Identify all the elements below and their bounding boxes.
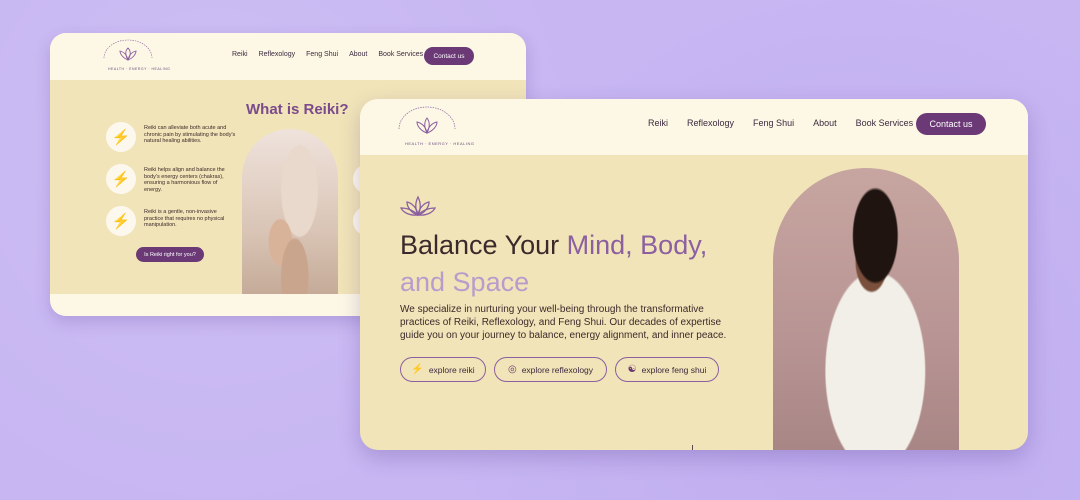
brand-logo[interactable]: HEALTH · ENERGY · HEALING [98, 38, 170, 72]
lightning-icon: ⚡ [106, 206, 136, 236]
nav-feng-shui[interactable]: Feng Shui [753, 118, 794, 128]
nav-reflexology[interactable]: Reflexology [259, 51, 296, 58]
reiki-benefit-item: ⚡ Reiki can alleviate both acute and chr… [106, 122, 235, 152]
nav-feng-shui[interactable]: Feng Shui [306, 51, 338, 58]
brand-tagline: HEALTH · ENERGY · HEALING [108, 67, 171, 71]
back-navbar: HEALTH · ENERGY · HEALING Reiki Reflexol… [50, 33, 526, 80]
front-navbar: HEALTH · ENERGY · HEALING Reiki Reflexol… [360, 99, 1028, 155]
reiki-treatment-photo [242, 129, 338, 316]
hero-photo [773, 168, 959, 450]
contact-button[interactable]: Contact us [424, 47, 474, 65]
reiki-benefit-item: ⚡ Reiki is a gentle, non-invasive practi… [106, 206, 224, 236]
nav-about[interactable]: About [349, 51, 367, 58]
brand-tagline: HEALTH · ENERGY · HEALING [405, 141, 475, 146]
front-browser-window: HEALTH · ENERGY · HEALING Reiki Reflexol… [360, 99, 1028, 450]
brand-logo[interactable]: HEALTH · ENERGY · HEALING [392, 103, 474, 151]
yin-yang-icon: ☯ [627, 364, 637, 375]
text-cursor [692, 445, 693, 450]
hero-title-part1: Balance Your [400, 230, 567, 260]
explore-reiki-button[interactable]: ⚡ explore reiki [400, 357, 486, 382]
hero-description: We specialize in nurturing your well-bei… [400, 304, 727, 341]
explore-reflexology-label: explore reflexology [521, 364, 594, 375]
section-title: What is Reiki? [246, 101, 349, 118]
contact-button[interactable]: Contact us [916, 113, 986, 135]
lightning-icon: ⚡ [106, 164, 136, 194]
front-nav-links: Reiki Reflexology Feng Shui About Book S… [648, 118, 913, 128]
reiki-benefit-text: Reiki can alleviate both acute and chron… [144, 125, 236, 145]
nav-book-services[interactable]: Book Services [378, 51, 423, 58]
explore-feng-shui-button[interactable]: ☯ explore feng shui [615, 357, 719, 382]
explore-reflexology-button[interactable]: ◎ explore reflexology [494, 357, 607, 382]
hero-title-part2: Mind, Body, [566, 230, 708, 260]
nav-book-services[interactable]: Book Services [856, 118, 914, 128]
back-nav-links: Reiki Reflexology Feng Shui About Book S… [232, 51, 423, 58]
reiki-benefit-text: Reiki is a gentle, non-invasive practice… [144, 209, 225, 229]
spiral-icon: ◎ [507, 364, 517, 375]
hero-title-part3: and Space [400, 267, 530, 297]
explore-feng-shui-label: explore feng shui [641, 364, 707, 375]
reiki-benefit-text: Reiki helps align and balance the body's… [144, 167, 225, 193]
lightning-icon: ⚡ [411, 364, 424, 375]
lotus-icon [400, 195, 436, 217]
lightning-icon: ⚡ [106, 122, 136, 152]
nav-reiki[interactable]: Reiki [648, 118, 668, 128]
nav-reflexology[interactable]: Reflexology [687, 118, 734, 128]
reiki-cta-button[interactable]: Is Reiki right for you? [136, 247, 204, 262]
explore-reiki-label: explore reiki [428, 364, 475, 375]
reiki-benefit-item: ⚡ Reiki helps align and balance the body… [106, 164, 225, 194]
hero-title: Balance Your Mind, Body, and Space [400, 227, 760, 301]
nav-reiki[interactable]: Reiki [232, 51, 248, 58]
nav-about[interactable]: About [813, 118, 837, 128]
sound-bowl-healing-image [773, 168, 959, 450]
